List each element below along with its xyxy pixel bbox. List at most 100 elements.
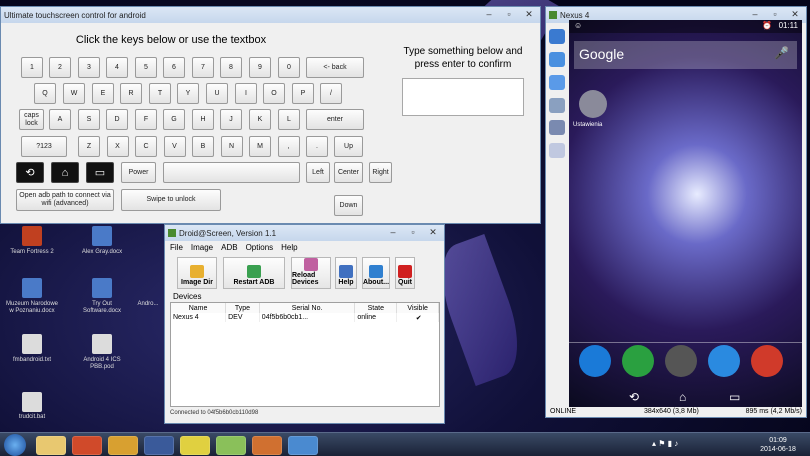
menu-help[interactable]: Help [281,243,297,252]
bat-icon[interactable] [22,392,42,412]
key-2-5[interactable]: G [163,109,185,130]
start-button[interactable] [4,434,26,456]
tray-icons[interactable]: ▴ ⚑ ▮ ♪ [652,439,678,448]
key-2-3[interactable]: D [106,109,128,130]
visible-checkbox[interactable]: ✔ [396,313,439,322]
key-2-9[interactable]: L [278,109,300,130]
minimize-button[interactable]: – [746,8,764,20]
mic-icon[interactable]: 🎤 [774,46,789,60]
key-2-0[interactable]: caps lock [19,109,44,130]
key-1-2[interactable]: E [92,83,114,104]
close-button[interactable]: ✕ [520,8,538,20]
document-icon[interactable] [549,143,565,158]
nav-home-icon[interactable]: ⌂ [679,390,686,404]
key-0-2[interactable]: 3 [78,57,100,78]
left-button[interactable]: Left [306,162,330,183]
pdf-icon[interactable] [92,334,112,354]
minimize-button[interactable]: – [480,8,498,20]
minimize-button[interactable]: – [384,226,402,238]
apps-drawer-icon[interactable] [665,345,697,377]
key-2-1[interactable]: A [49,109,71,130]
center-button[interactable]: Center [334,162,363,183]
col-state[interactable]: State [354,303,398,313]
key-1-10[interactable]: / [320,83,342,104]
key-0-4[interactable]: 5 [135,57,157,78]
key-0-5[interactable]: 6 [163,57,185,78]
key-0-8[interactable]: 9 [249,57,271,78]
right-button[interactable]: Right [369,162,392,183]
key-1-9[interactable]: P [292,83,314,104]
text-input[interactable] [402,78,524,116]
key-3-10[interactable]: Up [334,136,363,157]
key-2-8[interactable]: K [249,109,271,130]
messenger-icon[interactable] [708,345,740,377]
video-icon[interactable] [549,120,565,135]
home-key[interactable]: ⌂ [51,162,79,183]
key-0-1[interactable]: 2 [49,57,71,78]
key-3-2[interactable]: X [106,136,129,157]
phone-screen[interactable]: ☺ ⏰ 01:11 Google 🎤 Ustawienia ⟲ ⌂ ▭ [569,20,802,407]
menu-options[interactable]: Options [246,243,274,252]
tool-button-1[interactable]: Restart ADB [223,257,285,289]
menu-file[interactable]: File [170,243,183,252]
back-key[interactable]: ⟲ [16,162,44,183]
tray-clock[interactable]: 01:09 2014-06-18 [758,436,798,454]
java-taskbar-icon[interactable] [252,436,282,455]
key-3-7[interactable]: M [249,136,271,157]
key-2-7[interactable]: J [220,109,242,130]
tool-button-2[interactable]: Reload Devices [291,257,331,289]
key-1-0[interactable]: Q [34,83,56,104]
col-serial[interactable]: Serial No. [259,303,356,313]
docx-icon[interactable] [22,278,42,298]
txt-icon[interactable] [22,334,42,354]
col-visible[interactable]: Visible [396,303,439,313]
notes-taskbar-icon[interactable] [180,436,210,455]
menu-adb[interactable]: ADB [221,243,237,252]
table-row[interactable]: Nexus 4 DEV 04f5b6b0cb1... online ✔ [171,313,439,322]
key-2-4[interactable]: F [135,109,157,130]
key-1-1[interactable]: W [63,83,85,104]
key-0-7[interactable]: 8 [220,57,242,78]
key-1-4[interactable]: T [149,83,171,104]
rotate-icon[interactable] [549,52,565,67]
col-name[interactable]: Name [171,303,227,313]
close-button[interactable]: ✕ [424,226,442,238]
key-3-8[interactable]: , [277,136,300,157]
key-3-5[interactable]: B [192,136,214,157]
key-3-9[interactable]: . [306,136,328,157]
key-1-7[interactable]: I [235,83,257,104]
col-type[interactable]: Type [225,303,260,313]
tool-button-0[interactable]: Image Dir [177,257,217,289]
key-1-8[interactable]: O [263,83,285,104]
maximize-button[interactable]: ▫ [766,8,784,20]
key-0-10[interactable]: <- back [306,57,364,78]
tool-button-3[interactable]: Help [335,257,357,289]
key-3-4[interactable]: V [163,136,186,157]
adb-path-button[interactable]: Open adb path to connect via wifi (advan… [16,189,114,211]
phone-icon[interactable] [549,29,565,44]
docx-icon[interactable] [92,226,112,246]
chrome-icon[interactable] [751,345,783,377]
explorer-icon[interactable] [36,436,66,455]
close-button[interactable]: ✕ [786,8,804,20]
key-2-6[interactable]: H [192,109,214,130]
key-3-1[interactable]: Z [78,136,100,157]
key-0-6[interactable]: 7 [192,57,214,78]
settings-icon[interactable] [579,90,607,118]
nav-recent-icon[interactable]: ▭ [729,390,740,404]
phone-taskbar-icon[interactable] [288,436,318,455]
key-0-0[interactable]: 1 [21,57,43,78]
tf2-icon[interactable] [22,226,42,246]
tool-button-4[interactable]: About... [362,257,390,289]
key-2-10[interactable]: enter [306,109,364,130]
phone-app-icon[interactable] [579,345,611,377]
maximize-button[interactable]: ▫ [500,8,518,20]
key-1-3[interactable]: R [120,83,142,104]
recent-apps-key[interactable]: ▭ [86,162,114,183]
tool-button-5[interactable]: Quit [395,257,415,289]
down-button[interactable]: Down [334,195,363,216]
power-button[interactable]: Power [121,162,156,183]
space-key[interactable] [163,162,300,183]
folder-taskbar-icon[interactable] [216,436,246,455]
maximize-button[interactable]: ▫ [404,226,422,238]
